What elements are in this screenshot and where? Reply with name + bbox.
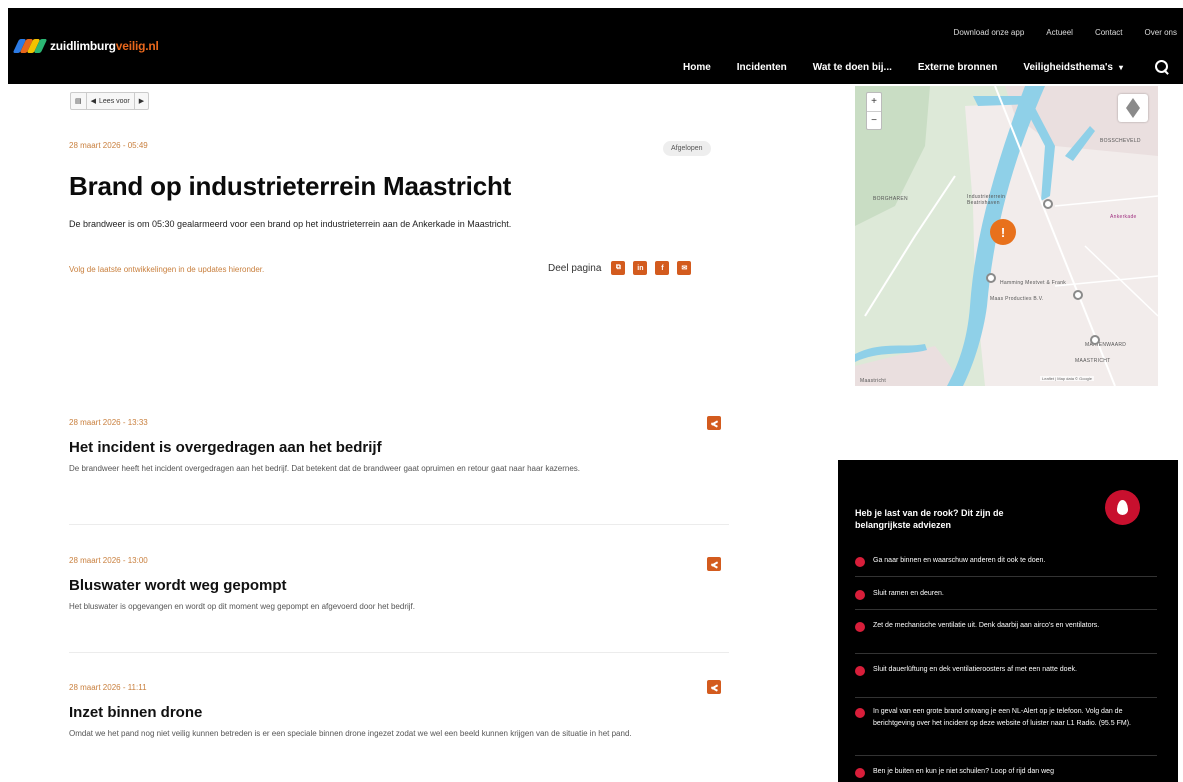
site-logo[interactable]: zuidlimburgveilig.nl xyxy=(12,38,159,54)
divider xyxy=(69,524,729,525)
map-poi-icon[interactable] xyxy=(1073,290,1083,300)
map-poi-label: Industrieterrein Beatrixhaven xyxy=(967,194,1006,206)
nav-wat-te-doen[interactable]: Wat te doen bij... xyxy=(813,62,892,73)
advice-item: Sluit dauerlüftung en dek ventilatieroos… xyxy=(855,664,1157,698)
article-lead: De brandweer is om 05:30 gealarmeerd voo… xyxy=(69,219,512,229)
linkedin-icon[interactable]: in xyxy=(633,261,648,275)
alert-dot-icon xyxy=(855,708,865,718)
nav-veiligheidsthemas[interactable]: Veiligheidsthema's ▾ xyxy=(1023,62,1123,73)
map-poi-icon[interactable] xyxy=(1090,335,1100,345)
map-poi-icon[interactable] xyxy=(986,273,996,283)
advice-text: Ben je buiten en kun je niet schuilen? L… xyxy=(873,768,1054,775)
update-item: 28 maart 2026 - 13:00 Bluswater wordt we… xyxy=(69,556,729,614)
advice-text: In geval van een grote brand ontvang je … xyxy=(873,708,1131,727)
menu-icon[interactable]: ▤ xyxy=(71,93,87,109)
update-text: Omdat we het pand nog niet veilig kunnen… xyxy=(69,729,632,738)
advice-text: Ga naar binnen en waarschuw anderen dit … xyxy=(873,557,1046,564)
speaker-icon: ◀ xyxy=(90,98,97,105)
util-nav-actueel[interactable]: Actueel xyxy=(1046,28,1073,37)
util-nav-contact[interactable]: Contact xyxy=(1095,28,1123,37)
zoom-in-button[interactable]: + xyxy=(867,93,881,112)
map-label: Ankerkade xyxy=(1110,214,1137,220)
map-attribution: Leaflet | Map data © Google xyxy=(1040,376,1095,381)
nav-home[interactable]: Home xyxy=(683,62,711,73)
map-label: BOSSCHEVELD xyxy=(1100,138,1141,144)
update-item: 28 maart 2026 - 11:11 Inzet binnen drone… xyxy=(69,683,729,741)
util-nav-over-ons[interactable]: Over ons xyxy=(1145,28,1177,37)
alert-dot-icon xyxy=(855,590,865,600)
map-label: Maastricht xyxy=(860,378,887,384)
nav-incidenten[interactable]: Incidenten xyxy=(737,62,787,73)
logo-text: zuidlimburgveilig.nl xyxy=(50,39,159,53)
site-header: zuidlimburgveilig.nl Download onze app A… xyxy=(8,8,1183,84)
advice-text: Sluit dauerlüftung en dek ventilatieroos… xyxy=(873,666,1077,673)
utility-nav: Download onze app Actueel Contact Over o… xyxy=(954,28,1177,37)
share-icon[interactable] xyxy=(707,416,721,430)
alert-dot-icon xyxy=(855,557,865,567)
advice-item: Sluit ramen en deuren. xyxy=(855,588,1157,610)
advice-title: Heb je last van de rook? Dit zijn de bel… xyxy=(855,508,1004,530)
map-label: MAASTRICHT xyxy=(1075,358,1111,364)
advice-text: Sluit ramen en deuren. xyxy=(873,590,944,597)
update-date: 28 maart 2026 - 13:00 xyxy=(69,556,148,565)
advice-item: In geval van een grote brand ontvang je … xyxy=(855,706,1157,756)
play-icon[interactable]: ▶ xyxy=(135,93,148,109)
read-aloud-label: Lees voor xyxy=(99,97,130,105)
copy-link-icon[interactable]: ⧉ xyxy=(611,261,626,275)
facebook-icon[interactable]: f xyxy=(655,261,670,275)
advice-item: Ga naar binnen en waarschuw anderen dit … xyxy=(855,555,1157,577)
util-nav-app[interactable]: Download onze app xyxy=(954,28,1025,37)
logo-mark-icon xyxy=(12,38,48,54)
chevron-down-icon: ▾ xyxy=(1118,62,1123,72)
mail-icon[interactable]: ✉ xyxy=(677,261,692,275)
share-icon[interactable] xyxy=(707,557,721,571)
map-poi-label: Hamming Mestvet & Frank xyxy=(1000,280,1067,286)
nav-externe-bronnen[interactable]: Externe bronnen xyxy=(918,62,997,73)
logo-main: zuidlimburg xyxy=(50,39,116,53)
map-layers-button[interactable] xyxy=(1118,94,1148,122)
read-aloud-button[interactable]: ◀ Lees voor xyxy=(87,93,135,109)
map-poi-icon[interactable] xyxy=(1043,199,1053,209)
smoke-advice-panel: Heb je last van de rook? Dit zijn de bel… xyxy=(838,460,1178,782)
update-item: 28 maart 2026 - 13:33 Het incident is ov… xyxy=(69,418,729,476)
advice-text: Zet de mechanische ventilatie uit. Denk … xyxy=(873,622,1100,629)
search-icon[interactable] xyxy=(1155,60,1169,74)
update-date: 28 maart 2026 - 11:11 xyxy=(69,683,147,692)
read-aloud-bar: ▤ ◀ Lees voor ▶ xyxy=(70,92,150,110)
incident-warning-icon[interactable]: ! xyxy=(990,219,1016,245)
map-poi-label: Maas Producties B.V. xyxy=(990,296,1044,302)
fire-icon xyxy=(1105,490,1140,525)
update-text: De brandweer heeft het incident overgedr… xyxy=(69,464,580,473)
page-title: Brand op industrieterrein Maastricht xyxy=(69,171,512,201)
divider xyxy=(69,652,729,653)
article-date: 28 maart 2026 - 05:49 xyxy=(69,141,148,150)
share-label: Deel pagina xyxy=(548,262,602,274)
advice-item: Zet de mechanische ventilatie uit. Denk … xyxy=(855,620,1157,654)
alert-dot-icon xyxy=(855,768,865,778)
layers-icon xyxy=(1126,98,1140,118)
update-text: Het bluswater is opgevangen en wordt op … xyxy=(69,602,415,611)
main-nav: Home Incidenten Wat te doen bij... Exter… xyxy=(683,60,1169,74)
status-badge: Afgelopen xyxy=(663,141,711,156)
alert-dot-icon xyxy=(855,622,865,632)
update-title: Bluswater wordt weg gepompt xyxy=(69,577,287,594)
share-icon[interactable] xyxy=(707,680,721,694)
map-zoom-control: + − xyxy=(866,92,882,130)
nav-veiligheidsthemas-label: Veiligheidsthema's xyxy=(1023,61,1113,73)
alert-dot-icon xyxy=(855,666,865,676)
update-title: Inzet binnen drone xyxy=(69,704,203,721)
update-date: 28 maart 2026 - 13:33 xyxy=(69,418,148,427)
share-page: Deel pagina ⧉ in f ✉ xyxy=(548,261,692,275)
advice-item: Ben je buiten en kun je niet schuilen? L… xyxy=(855,766,1157,782)
follow-updates-text: Volg de laatste ontwikkelingen in de upd… xyxy=(69,265,265,274)
update-title: Het incident is overgedragen aan het bed… xyxy=(69,439,382,456)
zoom-out-button[interactable]: − xyxy=(867,112,881,130)
logo-accent: veilig.nl xyxy=(115,39,159,53)
map-label: BORGHAREN xyxy=(873,196,908,202)
